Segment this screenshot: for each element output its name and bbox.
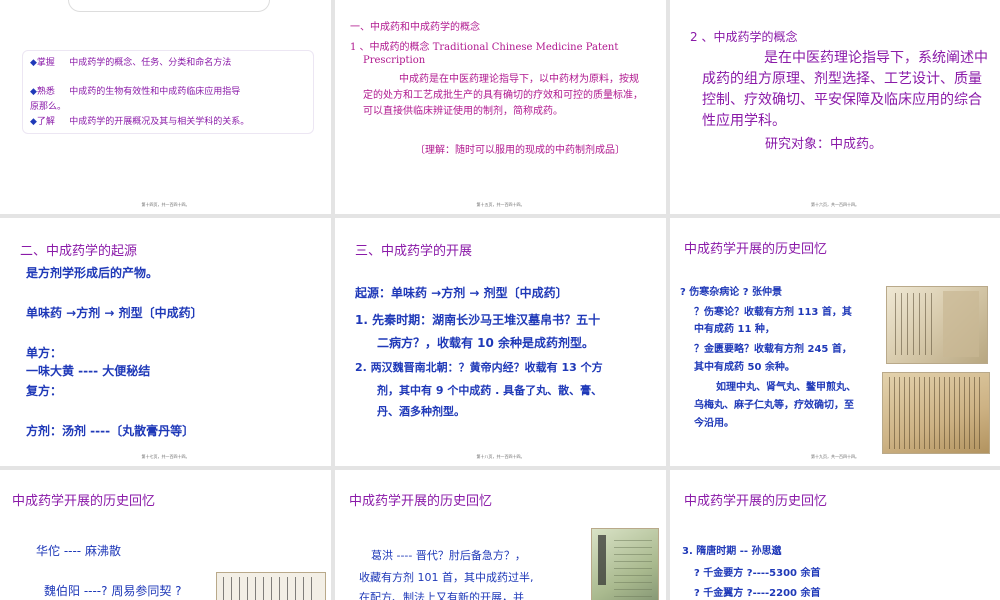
slide-3[interactable]: 2 、中成药学的概念 是在中医药理论指导下，系统阐述中成药的组方原理、剂型选择、… bbox=[670, 0, 1000, 214]
understanding-note: 〔理解：随时可以服用的现成的中药制剂成品〕 bbox=[415, 145, 625, 156]
diamond-bullet-icon: ◆ bbox=[30, 87, 37, 97]
objective-item: ◆了解 中成药学的开展概况及其与相关学科的关系。 bbox=[30, 116, 320, 128]
objective-continued: 原那么。 bbox=[30, 102, 67, 112]
diamond-bullet-icon: ◆ bbox=[30, 58, 37, 68]
compound-recipe-label: 复方： bbox=[26, 384, 63, 398]
definition-paragraph: 是在中医药理论指导下，系统阐述中成药的组方原理、剂型选择、工艺设计、质量控制、疗… bbox=[702, 50, 988, 129]
slide-heading: 中成药学开展的历史回忆 bbox=[349, 494, 493, 509]
page-footer: 第十七页，共一百四十四。 bbox=[141, 454, 190, 459]
shanghan-line-cont: 中有成药 11 种， bbox=[694, 324, 775, 335]
examples-line: 如理中丸、肾气丸、鳖甲煎丸、 bbox=[716, 382, 856, 393]
slide-9[interactable]: 中成药学开展的历史回忆 3. 隋唐时期 -- 孙思邈 ? 千金要方 ?----5… bbox=[670, 470, 1000, 600]
objective-label: 熟悉 bbox=[36, 87, 55, 97]
ancient-book-photo bbox=[886, 286, 988, 364]
qianjin-yaofang-line: ? 千金要方 ?----5300 余首 bbox=[694, 568, 821, 579]
page-footer: 第十四页，共一百四十四。 bbox=[141, 202, 190, 207]
slide-6[interactable]: 中成药学开展的历史回忆 ? 伤寒杂病论 ? 张仲景 ？伤寒论？收载有方剂 113… bbox=[670, 218, 1000, 466]
han-jin-line-cont: 剂，其中有 9 个中成药 . 具备了丸、散、膏、 bbox=[377, 384, 603, 397]
slide-heading: 一、中成药和中成药学的概念 bbox=[350, 22, 480, 33]
shanghan-line: ？伤寒论？收载有方剂 113 首，其 bbox=[694, 307, 852, 318]
objective-text: 中成药学的概念、任务、分类和命名方法 bbox=[69, 58, 232, 68]
slide-heading: 三、中成药学的开展 bbox=[355, 244, 473, 259]
ancient-book-cover-photo bbox=[591, 528, 659, 600]
objective-item: ◆熟悉 中成药的生物有效性和中成药临床应用指导 bbox=[30, 86, 310, 98]
objective-label: 掌握 bbox=[36, 58, 55, 68]
slide-1[interactable]: ◆掌握 中成药学的概念、任务、分类和命名方法 ◆熟悉 中成药的生物有效性和中成药… bbox=[0, 0, 331, 214]
ancient-text-page-photo bbox=[882, 372, 990, 454]
evolution-line: 单味药 →方剂 → 剂型〔中成药〕 bbox=[26, 306, 203, 320]
jingui-line-cont: 其中有成药 50 余种。 bbox=[694, 362, 795, 373]
ge-hong-line-cont2: 在配方、制法上又有新的开展，并 bbox=[359, 591, 524, 600]
objective-item: ◆掌握 中成药学的概念、任务、分类和命名方法 bbox=[30, 57, 310, 69]
objective-text: 中成药的生物有效性和中成药临床应用指导 bbox=[69, 87, 241, 97]
examples-line-cont2: 今沿用。 bbox=[694, 418, 734, 429]
slide-7[interactable]: 中成药学开展的历史回忆 华佗 ---- 麻沸散 魏伯阳 ----? 周易参同契 … bbox=[0, 470, 331, 600]
research-object: 研究对象：中成药。 bbox=[765, 137, 883, 152]
diamond-bullet-icon: ◆ bbox=[30, 117, 37, 127]
slide-5[interactable]: 三、中成药学的开展 起源：单味药 →方剂 → 剂型〔中成药〕 1. 先秦时期：湖… bbox=[335, 218, 666, 466]
examples-line-cont: 乌梅丸、麻子仁丸等，疗效确切，至 bbox=[694, 400, 854, 411]
origin-line: 是方剂学形成后的产物。 bbox=[26, 266, 159, 280]
slide-heading: 中成药学开展的历史回忆 bbox=[684, 494, 828, 509]
slide-2[interactable]: 一、中成药和中成药学的概念 1 、中成药的概念 Traditional Chin… bbox=[335, 0, 666, 214]
page-footer: 第十五页，共一百四十四。 bbox=[476, 202, 525, 207]
page-footer: 第十八页，共一百四十四。 bbox=[476, 454, 525, 459]
concept-subheading-cont: Prescription bbox=[363, 55, 426, 66]
han-jin-line-cont2: 丹、酒多种剂型。 bbox=[377, 405, 465, 418]
slide-heading: 二、中成药学的起源 bbox=[20, 244, 138, 259]
hua-tuo-line: 华佗 ---- 麻沸散 bbox=[36, 544, 121, 558]
slide-heading: 中成药学开展的历史回忆 bbox=[684, 242, 828, 257]
objective-text: 中成药学的开展概况及其与相关学科的关系。 bbox=[69, 117, 250, 127]
jingui-line: ？金匮要略？收载有方剂 245 首， bbox=[694, 344, 852, 355]
prescription-line: 方剂：汤剂 ----〔丸散膏丹等〕 bbox=[26, 424, 195, 438]
slide-4[interactable]: 二、中成药学的起源 是方剂学形成后的产物。 单味药 →方剂 → 剂型〔中成药〕 … bbox=[0, 218, 331, 466]
page-footer: 第十九页，共一百四十四。 bbox=[811, 454, 859, 459]
page-footer: 第十六页，共一百四十四。 bbox=[811, 202, 859, 207]
objective-label: 了解 bbox=[36, 117, 55, 127]
ge-hong-line-cont: 收藏有方剂 101 首，其中成药过半, bbox=[359, 571, 534, 584]
slide-heading: 2 、中成药学的概念 bbox=[690, 30, 798, 44]
pre-qin-line-cont: 二病方？，收载有 10 余种是成药剂型。 bbox=[377, 336, 595, 350]
title-box bbox=[68, 0, 270, 12]
definition-paragraph: 中成药是在中医药理论指导下，以中药材为原料，按规定的处方和工艺成批生产的具有确切… bbox=[363, 74, 643, 117]
pre-qin-line: 1. 先秦时期：湖南长沙马王堆汉墓帛书？五十 bbox=[355, 313, 601, 327]
work-title: ? 伤寒杂病论 ? 张仲景 bbox=[680, 287, 783, 298]
single-recipe-label: 单方： bbox=[26, 346, 63, 360]
ge-hong-line: 葛洪 ---- 晋代？肘后备急方？， bbox=[371, 549, 526, 562]
qianjin-yifang-line: ? 千金翼方 ?----2200 余首 bbox=[694, 588, 821, 599]
sui-tang-line: 3. 隋唐时期 -- 孙思邈 bbox=[682, 546, 782, 557]
ancient-book-photo bbox=[216, 572, 326, 600]
origin-line: 起源：单味药 →方剂 → 剂型〔中成药〕 bbox=[355, 286, 568, 300]
wei-boyang-line: 魏伯阳 ----? 周易参同契 ? bbox=[44, 584, 182, 598]
single-recipe-example: 一味大黄 ---- 大便秘结 bbox=[26, 364, 151, 378]
han-jin-line: 2. 两汉魏晋南北朝：？黄帝内经？收载有 13 个方 bbox=[355, 361, 603, 374]
slide-8[interactable]: 中成药学开展的历史回忆 葛洪 ---- 晋代？肘后备急方？， 收藏有方剂 101… bbox=[335, 470, 666, 600]
concept-subheading: 1 、中成药的概念 Traditional Chinese Medicine P… bbox=[350, 42, 619, 53]
slide-heading: 中成药学开展的历史回忆 bbox=[12, 494, 156, 509]
